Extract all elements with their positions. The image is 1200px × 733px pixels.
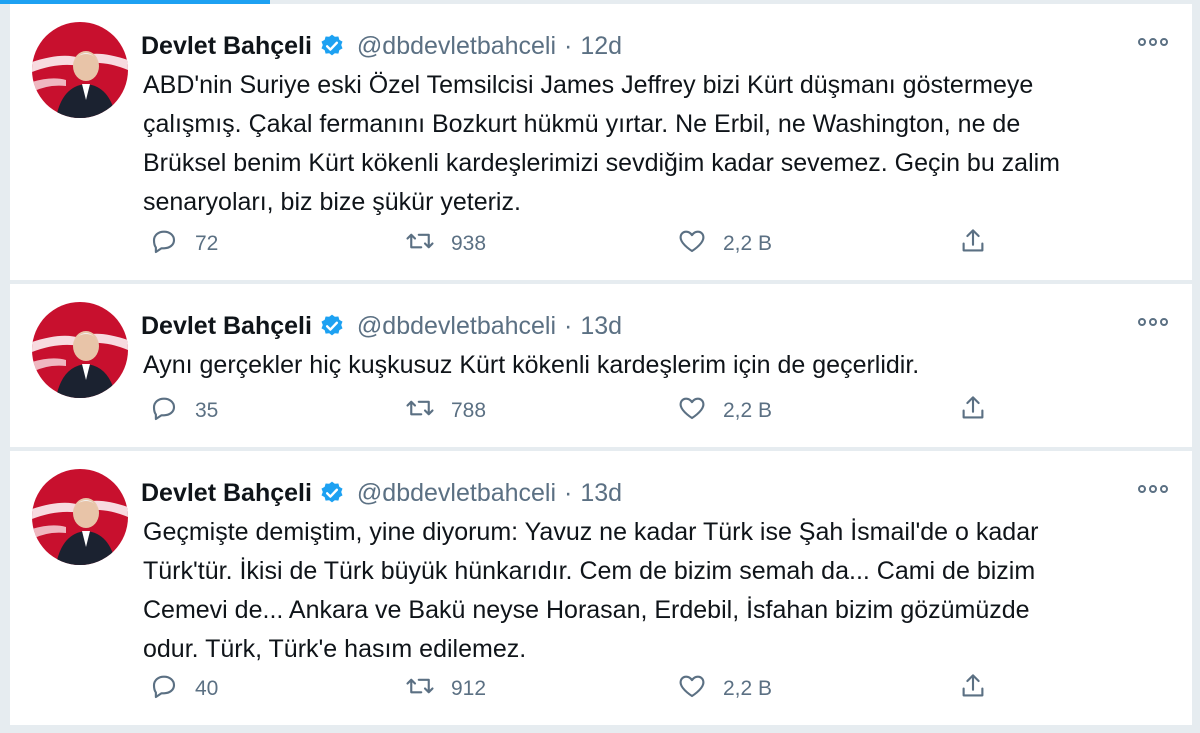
retweet-button[interactable]: 938 (405, 226, 486, 262)
reply-button[interactable]: 35 (149, 393, 218, 429)
tweet-card[interactable]: Devlet Bahçeli @dbdevletbahceli · 12d AB… (10, 4, 1192, 280)
reply-icon (149, 393, 179, 429)
tweet-timestamp[interactable]: 13d (580, 479, 622, 508)
retweet-button[interactable]: 788 (405, 393, 486, 429)
more-icon[interactable] (1136, 312, 1170, 332)
share-icon (958, 393, 988, 429)
tweet-text: Aynı gerçekler hiç kuşkusuz Kürt kökenli… (143, 351, 920, 379)
tweet-header: Devlet Bahçeli @dbdevletbahceli · 12d (141, 28, 622, 64)
author-handle[interactable]: @dbdevletbahceli (357, 312, 556, 341)
tweet-card[interactable]: Devlet Bahçeli @dbdevletbahceli · 13d Ge… (10, 451, 1192, 725)
retweet-count: 938 (451, 232, 487, 255)
tweet-text: ABD'nin Suriye eski Özel Temsilcisi Jame… (143, 71, 1061, 216)
tweet-header: Devlet Bahçeli @dbdevletbahceli · 13d (141, 308, 622, 344)
like-count: 2,2 B (723, 232, 773, 255)
share-icon (958, 671, 988, 707)
share-icon (958, 226, 988, 262)
reply-count: 72 (195, 232, 219, 255)
reply-button[interactable]: 72 (149, 226, 218, 262)
retweet-icon (405, 393, 435, 429)
separator-dot: · (564, 478, 573, 507)
retweet-count: 912 (451, 677, 487, 700)
author-handle[interactable]: @dbdevletbahceli (357, 479, 556, 508)
author-name[interactable]: Devlet Bahçeli (141, 479, 312, 508)
heart-icon (677, 671, 707, 707)
share-button[interactable] (958, 226, 988, 262)
more-icon[interactable] (1136, 32, 1170, 52)
reply-button[interactable]: 40 (149, 671, 218, 707)
tweet-actions: 72 938 2,2 B (143, 226, 1143, 262)
author-name[interactable]: Devlet Bahçeli (141, 312, 312, 341)
reply-icon (149, 671, 179, 707)
heart-icon (677, 393, 707, 429)
author-name[interactable]: Devlet Bahçeli (141, 32, 312, 61)
tweet-timestamp[interactable]: 12d (580, 32, 622, 61)
like-count: 2,2 B (723, 399, 773, 422)
tweet-actions: 40 912 2,2 B (143, 671, 1143, 707)
verified-badge-icon (319, 480, 345, 506)
avatar[interactable] (32, 302, 128, 398)
separator-dot: · (564, 311, 573, 340)
retweet-icon (405, 226, 435, 262)
more-icon[interactable] (1136, 479, 1170, 499)
tweet-timestamp[interactable]: 13d (580, 312, 622, 341)
verified-badge-icon (319, 313, 345, 339)
share-button[interactable] (958, 671, 988, 707)
avatar[interactable] (32, 469, 128, 565)
tweet-actions: 35 788 2,2 B (143, 393, 1143, 429)
like-button[interactable]: 2,2 B (677, 393, 772, 429)
avatar[interactable] (32, 22, 128, 118)
reply-count: 35 (195, 399, 219, 422)
retweet-button[interactable]: 912 (405, 671, 486, 707)
verified-badge-icon (319, 33, 345, 59)
tweet-text: Geçmişte demiştim, yine diyorum: Yavuz n… (143, 518, 1039, 663)
separator-dot: · (564, 31, 573, 60)
retweet-count: 788 (451, 399, 487, 422)
like-count: 2,2 B (723, 677, 773, 700)
heart-icon (677, 226, 707, 262)
tweet-header: Devlet Bahçeli @dbdevletbahceli · 13d (141, 475, 622, 511)
share-button[interactable] (958, 393, 988, 429)
tweet-card[interactable]: Devlet Bahçeli @dbdevletbahceli · 13d Ay… (10, 284, 1192, 447)
retweet-icon (405, 671, 435, 707)
like-button[interactable]: 2,2 B (677, 226, 772, 262)
author-handle[interactable]: @dbdevletbahceli (357, 32, 556, 61)
like-button[interactable]: 2,2 B (677, 671, 772, 707)
reply-count: 40 (195, 677, 219, 700)
reply-icon (149, 226, 179, 262)
